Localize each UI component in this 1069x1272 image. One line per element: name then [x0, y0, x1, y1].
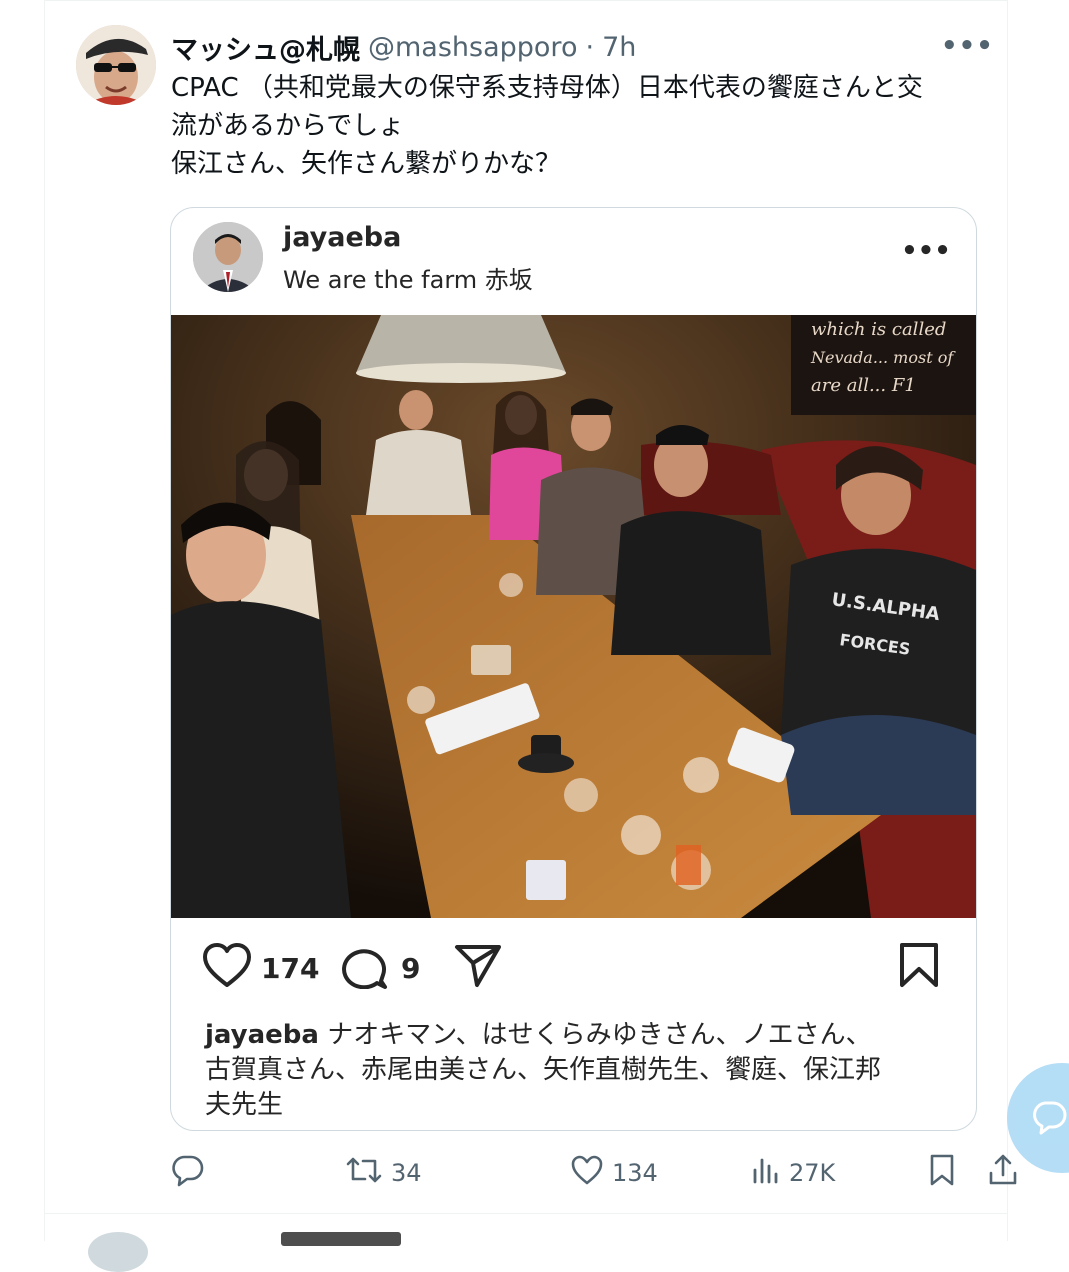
caption-line: 古賀真さん、赤尾由美さん、矢作直樹先生、饗庭、保江邦 [205, 1055, 882, 1085]
instagram-comment: 9 [341, 938, 420, 998]
like-count: 134 [612, 1159, 658, 1187]
timeline: マッシュ@札幌 @mashsapporo · 7h ••• CPAC （共和党最… [44, 0, 1017, 1272]
svg-text:Nevada... most of: Nevada... most of [810, 348, 956, 367]
bookmark-icon [927, 1153, 957, 1193]
instagram-avatar [193, 222, 263, 292]
instagram-more-icon: ••• [901, 236, 951, 266]
media-image[interactable]: jayaeba We are the farm 赤坂 ••• which is … [170, 207, 977, 1131]
send-icon [453, 941, 503, 996]
group-photo: which is called Nevada... most of are al… [171, 315, 976, 918]
next-tweet-name [281, 1232, 401, 1246]
reply-button[interactable] [171, 1151, 213, 1195]
instagram-share [453, 938, 503, 998]
tweet-action-bar: 34 134 27K [171, 1151, 1017, 1195]
svg-text:are all... F1: are all... F1 [811, 375, 916, 396]
tweet-text-line: 保江さん、矢作さん繋がりかな？ [171, 149, 562, 179]
heart-icon [570, 1154, 604, 1192]
share-icon [987, 1153, 1019, 1193]
instagram-username: jayaeba [283, 222, 402, 253]
retweet-count: 34 [391, 1159, 422, 1187]
heart-outline-icon [201, 941, 253, 996]
instagram-action-bar: 174 9 [171, 938, 976, 998]
compose-fab-icon [1029, 1097, 1069, 1141]
more-options-icon[interactable]: ••• [941, 31, 993, 61]
caption-username: jayaeba [205, 1020, 319, 1050]
instagram-caption: jayaeba ナオキマン、はせくらみゆきさん、ノエさん、 古賀真さん、赤尾由美… [205, 1018, 945, 1123]
reply-icon [171, 1153, 205, 1193]
caption-line: 夫先生 [205, 1090, 284, 1120]
next-tweet-avatar[interactable] [88, 1232, 148, 1272]
bookmark-button[interactable] [927, 1151, 957, 1195]
comment-bubble-icon [341, 941, 391, 996]
instagram-location: We are the farm 赤坂 [283, 266, 533, 294]
chalkboard-text: which is called [811, 319, 946, 340]
tweet-header: マッシュ@札幌 @mashsapporo · 7h [171, 27, 636, 67]
tweet-text-line: 流があるからでしょ [171, 111, 405, 141]
separator-dot: · [585, 31, 595, 63]
views-icon [751, 1154, 781, 1192]
instagram-save [897, 938, 941, 998]
like-button[interactable]: 134 [570, 1151, 658, 1195]
tweet[interactable]: マッシュ@札幌 @mashsapporo · 7h ••• CPAC （共和党最… [45, 0, 1017, 1214]
caption-line: ナオキマン、はせくらみゆきさん、ノエさん、 [318, 1020, 872, 1050]
timestamp[interactable]: 7h [602, 32, 636, 63]
user-handle[interactable]: @mashsapporo [368, 32, 577, 63]
views-button[interactable]: 27K [751, 1151, 835, 1195]
display-name[interactable]: マッシュ@札幌 [171, 28, 360, 67]
tweet-text: CPAC （共和党最大の保守系支持母体）日本代表の饗庭さんと交 流があるからでし… [171, 69, 971, 183]
author-avatar[interactable] [76, 25, 156, 105]
instagram-like: 174 [201, 938, 319, 998]
retweet-button[interactable]: 34 [345, 1151, 422, 1195]
instagram-like-count: 174 [261, 951, 320, 985]
tweet-text-line: CPAC （共和党最大の保守系支持母体）日本代表の饗庭さんと交 [171, 73, 923, 103]
instagram-bookmark-icon [897, 941, 941, 996]
retweet-icon [345, 1153, 383, 1193]
views-count: 27K [789, 1159, 836, 1187]
instagram-comment-count: 9 [401, 951, 421, 985]
share-button[interactable] [987, 1151, 1019, 1195]
